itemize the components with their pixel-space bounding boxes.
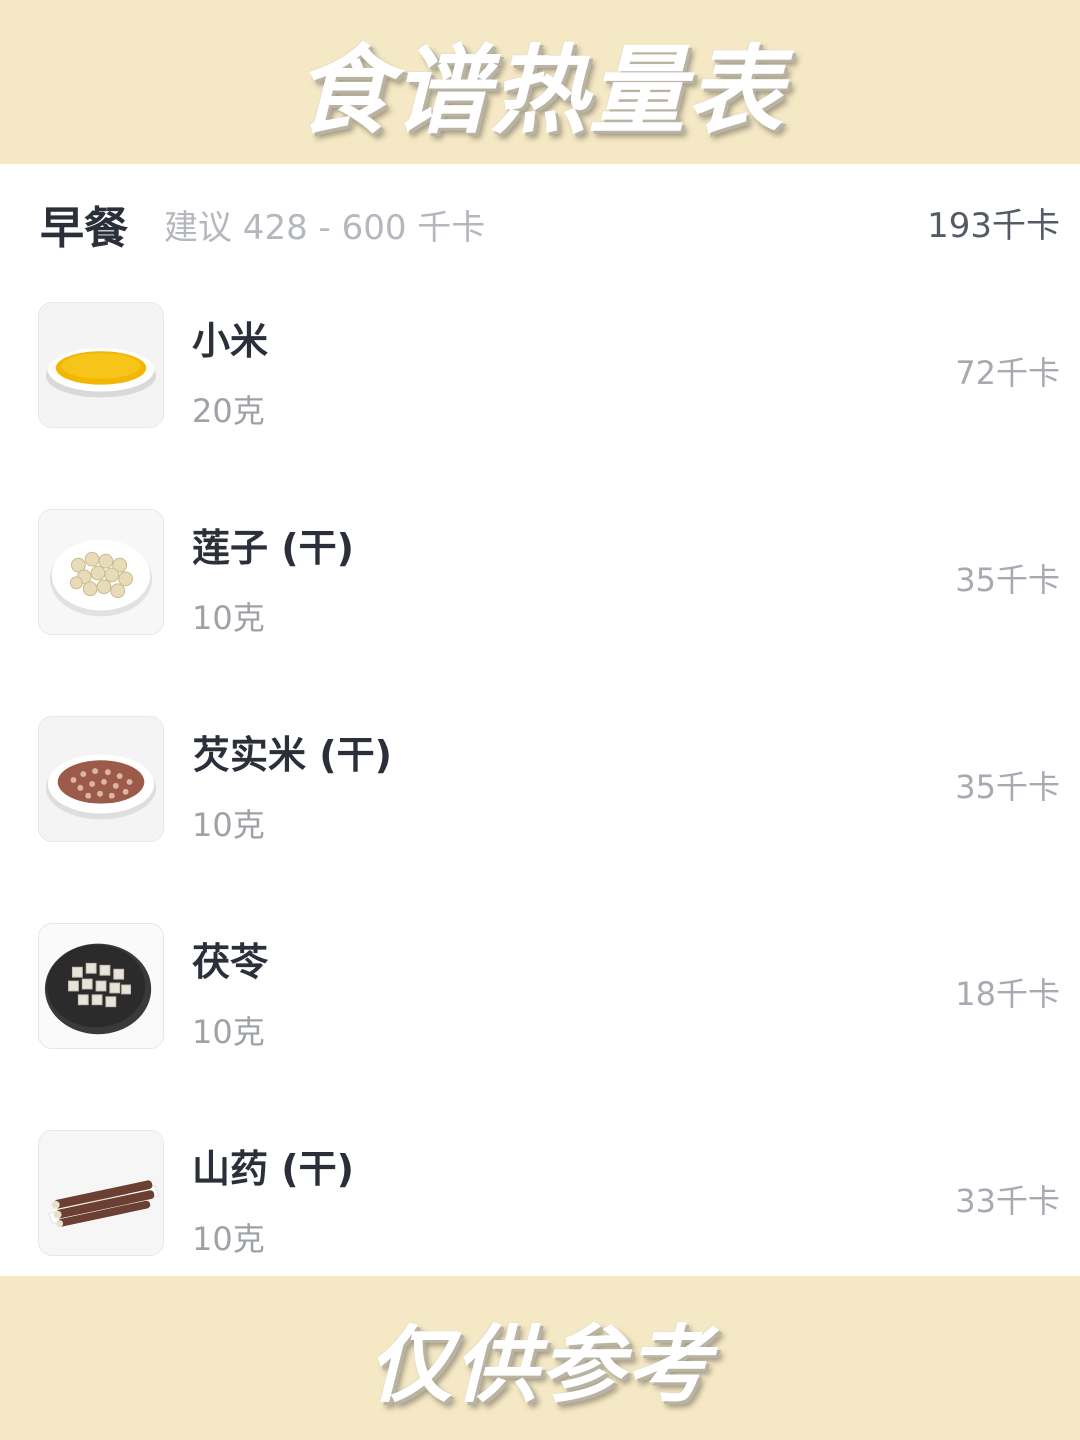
- chinese-yam-plate-icon: [38, 1130, 164, 1256]
- euryale-seed-plate-icon: [38, 716, 164, 842]
- food-calories: 18千卡: [955, 975, 1060, 1013]
- food-item[interactable]: 芡实米 (干) 10克 35千卡: [0, 716, 1080, 923]
- meal-total-calories: 193千卡: [927, 206, 1060, 246]
- meal-panel: 早餐 建议 428 - 600 千卡 193千卡 小米 20克 72千卡 莲子 …: [0, 164, 1080, 1276]
- food-amount: 10克: [192, 1220, 265, 1258]
- food-calories: 35千卡: [955, 561, 1060, 599]
- food-item[interactable]: 莲子 (干) 10克 35千卡: [0, 509, 1080, 716]
- footer-banner: 仅供参考: [0, 1276, 1080, 1440]
- food-item[interactable]: 茯苓 10克 18千卡: [0, 923, 1080, 1130]
- food-amount: 10克: [192, 599, 265, 637]
- food-name: 莲子 (干): [192, 526, 354, 570]
- food-name: 芡实米 (干): [192, 733, 392, 777]
- food-name: 茯苓: [192, 940, 269, 984]
- food-name: 山药 (干): [192, 1147, 354, 1191]
- food-item[interactable]: 山药 (干) 10克 33千卡: [0, 1130, 1080, 1276]
- meal-header[interactable]: 早餐 建议 428 - 600 千卡 193千卡: [0, 186, 1080, 254]
- title-banner: 食谱热量表: [0, 0, 1080, 164]
- food-name: 小米: [192, 319, 269, 363]
- food-calories: 35千卡: [955, 768, 1060, 806]
- food-amount: 10克: [192, 806, 265, 844]
- meal-calorie-suggestion: 建议 428 - 600 千卡: [164, 208, 486, 248]
- food-calories: 72千卡: [955, 354, 1060, 392]
- meal-name: 早餐: [40, 203, 128, 254]
- reference-note: 仅供参考: [367, 1315, 712, 1414]
- food-list: 小米 20克 72千卡 莲子 (干) 10克 35千卡 芡实米 (干) 10克 …: [0, 302, 1080, 1276]
- food-amount: 10克: [192, 1013, 265, 1051]
- millet-plate-icon: [38, 302, 164, 428]
- lotus-seed-plate-icon: [38, 509, 164, 635]
- page-title: 食谱热量表: [295, 34, 785, 147]
- food-amount: 20克: [192, 392, 265, 430]
- food-item[interactable]: 小米 20克 72千卡: [0, 302, 1080, 509]
- poria-plate-icon: [38, 923, 164, 1049]
- food-calories: 33千卡: [955, 1182, 1060, 1220]
